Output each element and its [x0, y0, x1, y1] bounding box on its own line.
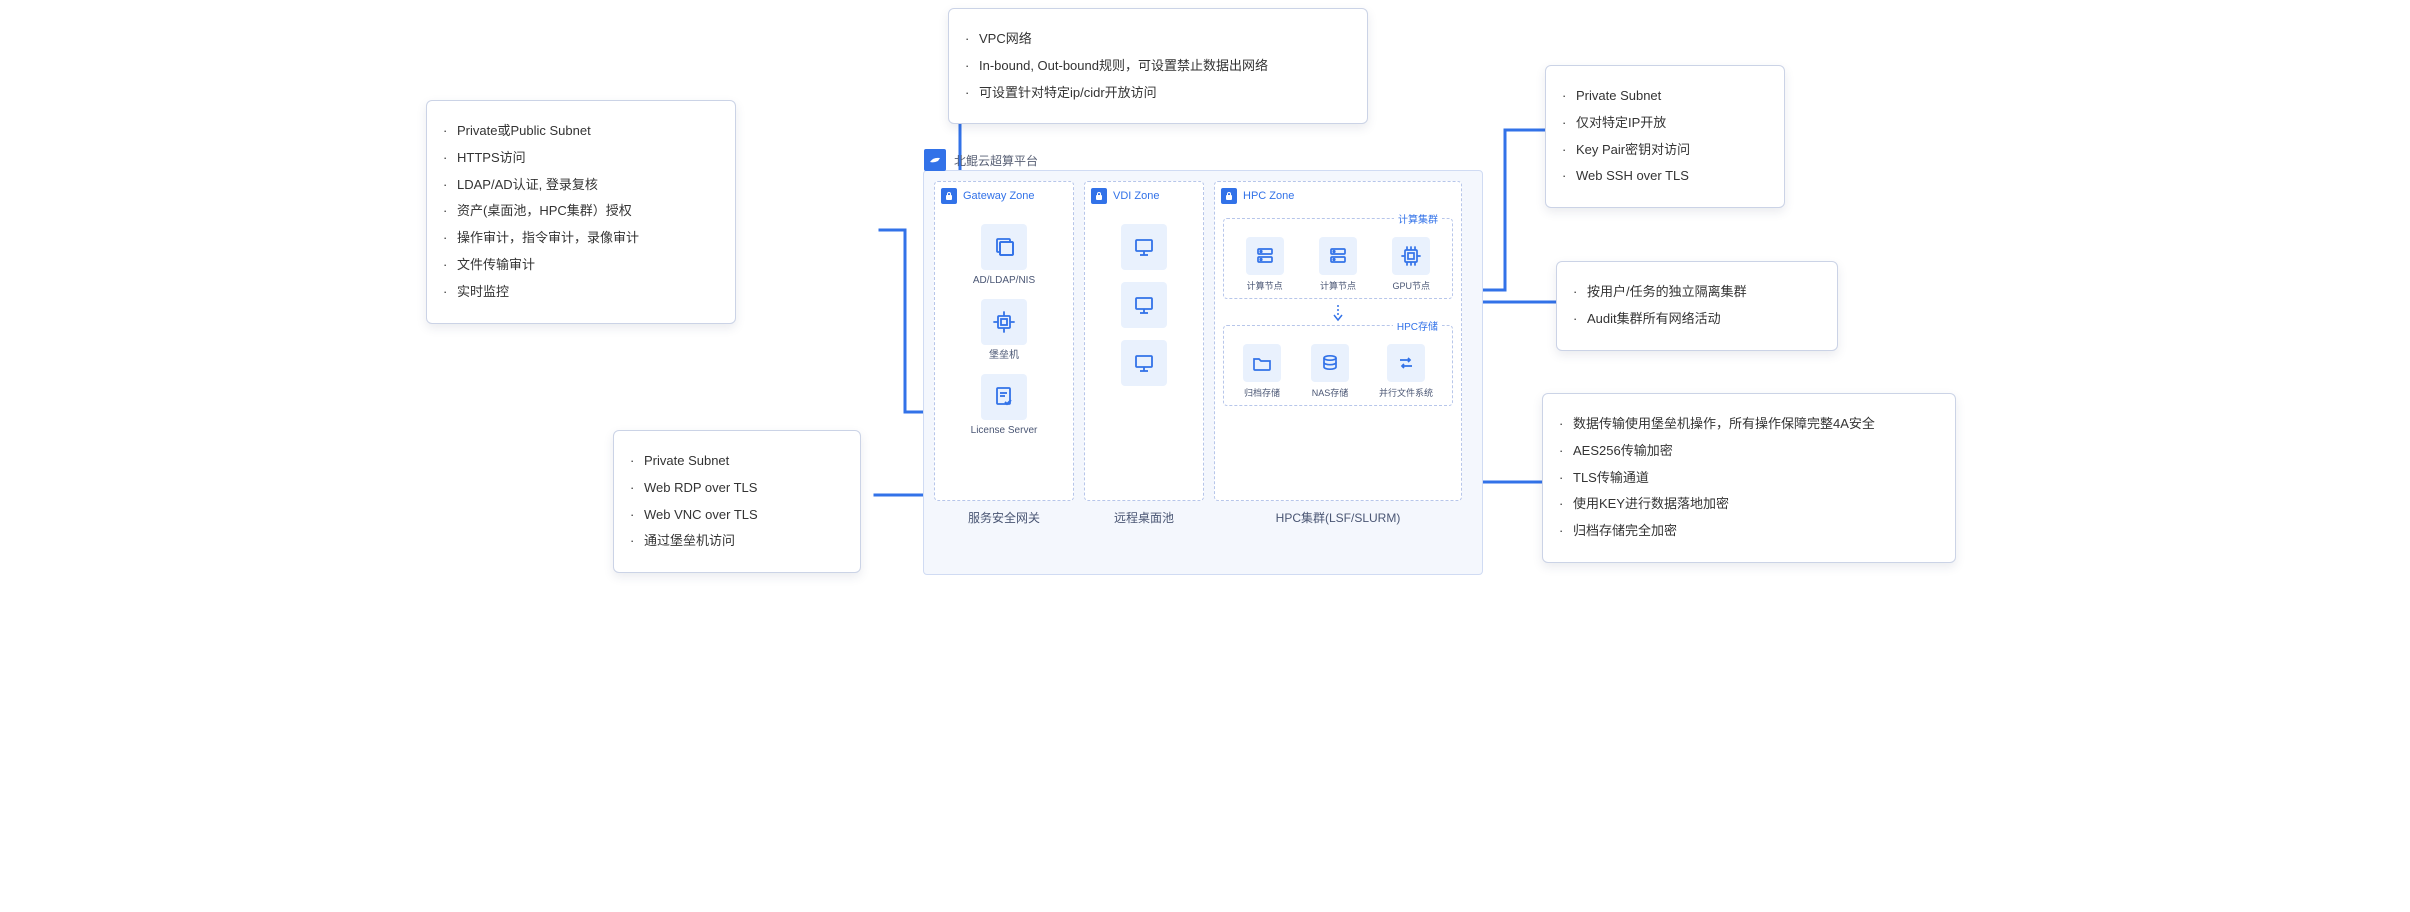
lock-icon	[1221, 188, 1237, 204]
vpc-item: In-bound, Out-bound规则，可设置禁止数据出网络	[965, 56, 1349, 77]
doc-check-icon	[981, 374, 1027, 420]
zone-label-gateway: 服务安全网关	[934, 509, 1074, 526]
node-vdi	[1121, 340, 1167, 386]
transfer-icon	[1387, 344, 1425, 382]
server-icon	[1246, 237, 1284, 275]
monitor-icon	[1121, 282, 1167, 328]
card-hpc-access: Private Subnet 仅对特定IP开放 Key Pair密钥对访问 We…	[1545, 65, 1785, 208]
platform-header: 北鲲云超算平台	[924, 149, 1038, 171]
arrow-down-icon	[1331, 303, 1345, 323]
node-vdi	[1121, 224, 1167, 270]
zone-label-hpc: HPC集群(LSF/SLURM)	[1214, 509, 1462, 526]
zone-vdi: VDI Zone	[1084, 181, 1204, 501]
node-compute: 计算节点	[1319, 237, 1357, 292]
monitor-icon	[1121, 340, 1167, 386]
folder-icon	[1243, 344, 1281, 382]
database-icon	[1311, 344, 1349, 382]
server-icon	[1319, 237, 1357, 275]
platform-logo-icon	[924, 149, 946, 171]
zone-label-vdi: 远程桌面池	[1084, 509, 1204, 526]
card-vdi-access: Private Subnet Web RDP over TLS Web VNC …	[613, 430, 861, 573]
node-nas: NAS存储	[1311, 344, 1349, 399]
vpc-item: VPC网络	[965, 29, 1349, 50]
lock-icon	[941, 188, 957, 204]
node-archive: 归档存储	[1243, 344, 1281, 399]
card-gateway-features: Private或Public Subnet HTTPS访问 LDAP/AD认证,…	[426, 100, 736, 324]
zone-gateway: Gateway Zone AD/LDAP/NIS 堡垒机 License Ser…	[934, 181, 1074, 501]
vpc-item: 可设置针对特定ip/cidr开放访问	[965, 83, 1349, 104]
node-bastion: 堡垒机	[981, 299, 1027, 362]
lock-icon	[1091, 188, 1107, 204]
gpu-icon	[1392, 237, 1430, 275]
card-vpc: VPC网络 In-bound, Out-bound规则，可设置禁止数据出网络 可…	[948, 8, 1368, 124]
node-vdi	[1121, 282, 1167, 328]
node-gpu: GPU节点	[1392, 237, 1430, 292]
card-cluster-isolation: 按用户/任务的独立隔离集群 Audit集群所有网络活动	[1556, 261, 1838, 351]
chip-icon	[981, 299, 1027, 345]
subzone-compute: 计算集群 计算节点 计算节点 GPU节点	[1223, 218, 1453, 299]
zone-hpc: HPC Zone 计算集群 计算节点 计算节点 GPU节点	[1214, 181, 1462, 501]
platform-panel: 北鲲云超算平台 Gateway Zone AD/LDAP/NIS 堡垒	[923, 170, 1483, 575]
node-parallel-fs: 并行文件系统	[1379, 344, 1433, 399]
card-storage-security: 数据传输使用堡垒机操作，所有操作保障完整4A安全 AES256传输加密 TLS传…	[1542, 393, 1956, 563]
node-ad-ldap: AD/LDAP/NIS	[973, 224, 1035, 287]
subzone-storage: HPC存储 归档存储 NAS存储 并行文件系统	[1223, 325, 1453, 406]
node-compute: 计算节点	[1246, 237, 1284, 292]
monitor-icon	[1121, 224, 1167, 270]
node-license-server: License Server	[971, 374, 1038, 437]
platform-title: 北鲲云超算平台	[954, 152, 1038, 169]
stack-icon	[981, 224, 1027, 270]
